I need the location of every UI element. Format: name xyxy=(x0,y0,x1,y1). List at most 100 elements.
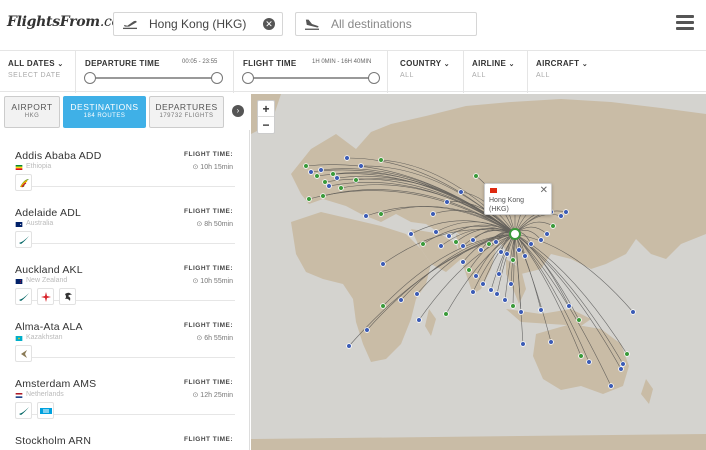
destination-marker xyxy=(334,175,340,181)
destination-marker xyxy=(618,366,624,372)
clear-origin-icon[interactable]: ✕ xyxy=(263,18,275,30)
tab-departures-sub: 179732 FLIGHTS xyxy=(159,113,214,119)
flight-time-value: 12h 25min xyxy=(200,392,233,399)
tab-destinations[interactable]: DESTINATIONS 184 ROUTES xyxy=(63,96,146,128)
destination-marker xyxy=(443,311,449,317)
destination-marker xyxy=(576,317,582,323)
tab-airport-label: AIRPORT xyxy=(11,102,53,112)
flight-time-label: FLIGHT TIME: xyxy=(184,208,233,215)
filter-airline[interactable]: AIRLINE ⌄ ALL xyxy=(464,51,528,93)
zoom-in-button[interactable]: + xyxy=(258,101,274,117)
filter-country[interactable]: COUNTRY ⌄ ALL xyxy=(392,51,464,93)
destination-marker xyxy=(330,171,336,177)
zoom-control: + − xyxy=(257,100,275,134)
flight-time-slider-track xyxy=(248,77,374,79)
destination-marker xyxy=(504,251,510,257)
flight-time-label: FLIGHT TIME: xyxy=(184,379,233,386)
hamburger-menu-icon[interactable] xyxy=(676,15,694,30)
filter-aircraft[interactable]: AIRCRAFT ⌄ ALL xyxy=(528,51,706,93)
destination-marker xyxy=(303,163,309,169)
zoom-out-button[interactable]: − xyxy=(258,117,274,133)
tab-departures[interactable]: DEPARTURES 179732 FLIGHTS xyxy=(149,96,224,128)
destination-marker xyxy=(486,241,492,247)
flight-time-value: 10h 55min xyxy=(200,278,233,285)
departure-slider-max-handle[interactable] xyxy=(211,72,223,84)
airline-label: AIRLINE xyxy=(472,59,507,68)
flight-time-label: FLIGHT TIME: xyxy=(184,436,233,443)
destination-marker xyxy=(416,317,422,323)
list-item[interactable]: Amsterdam AMS Netherlands FLIGHT TIME: ⊙… xyxy=(15,358,235,419)
list-item[interactable]: Alma-Ata ALA Kazakhstan FLIGHT TIME: ⊙ 6… xyxy=(15,301,235,362)
popup-airport-label: Hong Kong (HKG) xyxy=(489,197,525,213)
destination-marker xyxy=(624,351,630,357)
destination-placeholder: All destinations xyxy=(331,17,412,31)
flight-time-label: FLIGHT TIME: xyxy=(184,322,233,329)
destination-marker xyxy=(430,211,436,217)
close-popup-icon[interactable]: ✕ xyxy=(540,185,548,196)
destination-marker xyxy=(510,257,516,263)
filter-dates-sub: SELECT DATE xyxy=(8,72,61,79)
list-item[interactable]: Adelaide ADL Australia FLIGHT TIME: ⊙ 8h… xyxy=(15,187,235,248)
flight-time-slider-min-handle[interactable] xyxy=(242,72,254,84)
destination-marker xyxy=(473,273,479,279)
flight-time-slider-max-handle[interactable] xyxy=(368,72,380,84)
destination-marker xyxy=(566,303,572,309)
destination-marker xyxy=(338,185,344,191)
country-value: ALL xyxy=(400,72,414,79)
destination-marker xyxy=(438,243,444,249)
destination-marker xyxy=(494,291,500,297)
list-item[interactable]: Stockholm ARN FLIGHT TIME: xyxy=(15,415,235,450)
destination-marker xyxy=(470,289,476,295)
list-item[interactable]: Addis Ababa ADD Ethiopia FLIGHT TIME: ⊙ … xyxy=(15,130,235,191)
destination-marker xyxy=(408,231,414,237)
filter-departure-time: DEPARTURE TIME 00:05 - 23:55 xyxy=(76,51,234,93)
australia-flag-icon xyxy=(15,222,23,227)
departure-time-label: DEPARTURE TIME xyxy=(85,59,160,68)
destination-marker xyxy=(518,309,524,315)
destination-marker xyxy=(346,343,352,349)
destination-marker xyxy=(364,327,370,333)
departure-time-range: 00:05 - 23:55 xyxy=(182,59,218,65)
filter-dates[interactable]: ALL DATES ⌄ SELECT DATE xyxy=(0,51,76,93)
tab-destinations-label: DESTINATIONS xyxy=(70,102,139,112)
destination-marker xyxy=(314,173,320,179)
destination-marker xyxy=(398,297,404,303)
origin-field[interactable]: Hong Kong (HKG) ✕ xyxy=(113,12,283,36)
destination-marker xyxy=(496,271,502,277)
chevron-down-icon: ⌄ xyxy=(57,61,64,68)
filter-dates-label: ALL DATES xyxy=(8,59,55,68)
destination-marker xyxy=(446,233,452,239)
destination-marker xyxy=(380,261,386,267)
origin-popup: Hong Kong (HKG) ✕ xyxy=(484,183,552,215)
flight-time-value: 8h 50min xyxy=(204,221,233,228)
destination-name: Stockholm ARN xyxy=(15,435,92,447)
destinations-list: Addis Ababa ADD Ethiopia FLIGHT TIME: ⊙ … xyxy=(0,130,250,450)
kazakhstan-flag-icon xyxy=(15,336,23,341)
destination-marker xyxy=(498,249,504,255)
tab-airport[interactable]: AIRPORT HKG xyxy=(4,96,60,128)
destination-marker xyxy=(478,247,484,253)
destination-field[interactable]: All destinations xyxy=(295,12,477,36)
route-map[interactable] xyxy=(251,94,706,450)
destination-marker xyxy=(538,307,544,313)
destination-name: Amsterdam AMS xyxy=(15,378,97,390)
destination-marker xyxy=(630,309,636,315)
destination-marker xyxy=(458,189,464,195)
flight-time-label: FLIGHT TIME: xyxy=(184,151,233,158)
tab-departures-label: DEPARTURES xyxy=(155,102,218,112)
departure-slider-min-handle[interactable] xyxy=(84,72,96,84)
ethiopia-flag-icon xyxy=(15,165,23,170)
destination-marker xyxy=(538,237,544,243)
destination-marker xyxy=(520,341,526,347)
next-tab-arrow-icon[interactable]: › xyxy=(232,105,244,117)
netherlands-flag-icon xyxy=(15,393,23,398)
list-item[interactable]: Auckland AKL New Zealand FLIGHT TIME: ⊙ … xyxy=(15,244,235,305)
flight-time-value: 6h 55min xyxy=(204,335,233,342)
destination-country: Australia xyxy=(26,220,54,227)
destination-marker xyxy=(508,281,514,287)
destination-marker xyxy=(550,223,556,229)
panel-tabs: AIRPORT HKG DESTINATIONS 184 ROUTES DEPA… xyxy=(0,96,250,128)
chevron-down-icon: ⌄ xyxy=(581,61,588,68)
destination-marker xyxy=(620,361,626,367)
landing-plane-icon xyxy=(305,19,319,30)
